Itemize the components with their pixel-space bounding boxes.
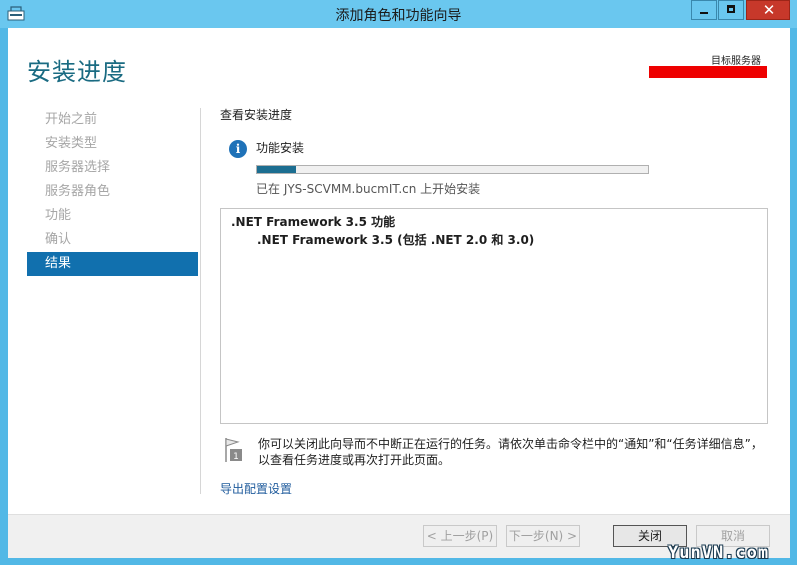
nav-item-4[interactable]: 服务器角色 bbox=[27, 180, 198, 204]
progress-bar-fill bbox=[257, 166, 297, 173]
result-feature-group: .NET Framework 3.5 功能 bbox=[231, 215, 396, 229]
wizard-nav: 开始之前 安装类型 服务器选择 服务器角色 功能 确认 结果 bbox=[27, 108, 198, 276]
nav-item-2[interactable]: 安装类型 bbox=[27, 132, 198, 156]
wizard-body: 安装进度 目标服务器 开始之前 安装类型 服务器选择 服务器角色 功能 确认 结果 查看安装… bbox=[8, 28, 790, 558]
maximize-button[interactable] bbox=[718, 0, 744, 20]
window-title: 添加角色和功能向导 bbox=[335, 8, 462, 24]
nav-divider bbox=[200, 108, 201, 494]
previous-button[interactable]: < 上一步(P) bbox=[423, 525, 497, 547]
watermark-text: YunVN.com bbox=[668, 543, 770, 563]
progress-caption: 已在 JYS-SCVMM.bucmIT.cn 上开始安装 bbox=[256, 182, 481, 196]
nav-item-7[interactable]: 结果 bbox=[27, 252, 198, 276]
close-icon: ✕ bbox=[762, 1, 776, 19]
close-window-button[interactable]: ✕ bbox=[746, 0, 790, 20]
page-title: 安装进度 bbox=[27, 58, 127, 86]
minimize-button[interactable] bbox=[691, 0, 717, 20]
progress-bar bbox=[256, 165, 649, 174]
export-config-link[interactable]: 导出配置设置 bbox=[220, 480, 292, 497]
note-text: 你可以关闭此向导而不中断正在运行的任务。请依次单击命令栏中的“通知”和“任务详细… bbox=[258, 437, 763, 467]
nav-item-6[interactable]: 确认 bbox=[27, 228, 198, 252]
result-feature-item: .NET Framework 3.5 (包括 .NET 2.0 和 3.0) bbox=[257, 233, 535, 247]
info-icon: i bbox=[229, 140, 247, 158]
status-title: 功能安装 bbox=[256, 141, 305, 155]
nav-item-1[interactable]: 开始之前 bbox=[27, 108, 198, 132]
results-list[interactable]: .NET Framework 3.5 功能 .NET Framework 3.5… bbox=[220, 208, 768, 424]
nav-item-3[interactable]: 服务器选择 bbox=[27, 156, 198, 180]
notification-flag-icon: 1 bbox=[225, 438, 242, 462]
title-bar[interactable]: 添加角色和功能向导 ✕ bbox=[0, 0, 797, 28]
next-button[interactable]: 下一步(N) > bbox=[506, 525, 580, 547]
nav-item-5[interactable]: 功能 bbox=[27, 204, 198, 228]
notification-badge-count: 1 bbox=[233, 452, 239, 462]
target-server-redacted bbox=[649, 66, 767, 78]
section-title: 查看安装进度 bbox=[220, 108, 293, 122]
target-server-label: 目标服务器 bbox=[711, 56, 761, 67]
